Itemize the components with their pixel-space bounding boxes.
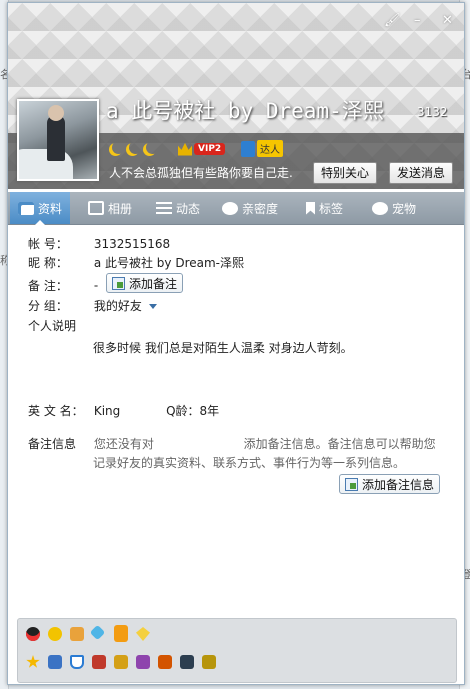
chevron-down-icon	[148, 304, 157, 309]
qq-dance-icon[interactable]	[114, 655, 128, 669]
tab-label: 标签	[319, 201, 344, 216]
nickname-row: 昵 称： a 此号被社 by Dream-泽熙	[28, 254, 244, 271]
account-row: 帐 号： 3132515168	[28, 235, 170, 252]
qage-value: 8年	[199, 404, 220, 418]
minimize-button[interactable]: –	[414, 13, 421, 28]
qq-game-icon[interactable]	[70, 627, 84, 641]
field-label: 个人说明	[28, 319, 77, 333]
remark-info-row: 备注信息 您还没有对 添加备注信息。备注信息可以帮助您	[28, 435, 436, 452]
field-label: 备 注：	[28, 278, 68, 293]
group-value: 我的好友	[93, 299, 142, 313]
vip-badge[interactable]: VIP2	[178, 141, 226, 156]
tab-label: 相册	[108, 201, 133, 216]
edit-icon	[112, 276, 125, 290]
send-message-button[interactable]: 发送消息	[389, 162, 454, 184]
add-remark-button[interactable]: 添加备注	[106, 273, 184, 293]
english-name-row: 英 文 名： King Q龄：8年	[28, 402, 219, 419]
daren-label: 达人	[257, 140, 283, 157]
signature-text: 人不会总孤独但有些路你要自己走.	[109, 166, 293, 180]
remark-info-text: 记录好友的真实资料、联系方式、事件行为等一系列信息。	[93, 456, 406, 470]
star-icon[interactable]	[26, 655, 40, 668]
tab-label: 亲密度	[242, 201, 279, 216]
edit-icon	[345, 477, 358, 491]
tab-intimacy[interactable]: 亲密度	[222, 192, 278, 224]
shield-icon[interactable]	[70, 655, 84, 669]
profile-details: 帐 号： 3132515168 昵 称： a 此号被社 by Dream-泽熙 …	[8, 225, 464, 609]
field-label: 昵 称：	[28, 256, 68, 270]
avatar[interactable]	[17, 99, 99, 181]
special-care-button[interactable]: 特别关心	[313, 162, 378, 184]
tab-pet[interactable]: 宠物	[372, 192, 416, 224]
bookmark-icon	[306, 201, 315, 215]
tab-album[interactable]: 相册	[88, 192, 132, 224]
qq-speed-icon[interactable]	[158, 655, 172, 669]
qq-pet-icon[interactable]	[92, 655, 106, 669]
add-remark-label: 添加备注	[129, 276, 178, 291]
crown-icon	[178, 142, 192, 156]
tab-label: 宠物	[392, 201, 417, 216]
qq-fight-icon[interactable]	[180, 655, 194, 669]
qq-hero-icon[interactable]	[202, 655, 216, 669]
tab-label: 动态	[176, 201, 201, 216]
profile-nickname: a 此号被社 by Dream-泽熙	[106, 99, 384, 123]
profile-qq-number: 3132	[417, 105, 448, 119]
field-label: 帐 号：	[28, 237, 68, 251]
daren-icon	[241, 140, 255, 157]
vip-label: VIP2	[194, 142, 226, 155]
profile-card-icon	[18, 201, 34, 215]
tab-label: 资料	[38, 201, 63, 216]
gem-icon[interactable]	[136, 627, 150, 641]
field-label: 分 组：	[28, 299, 68, 313]
heart-icon	[222, 201, 238, 215]
qq-penguin-icon[interactable]	[26, 627, 40, 641]
level-moon-icon[interactable]	[146, 141, 159, 154]
close-button[interactable]: ✕	[442, 13, 453, 28]
feed-icon	[156, 201, 172, 215]
remark-row: 备 注： - 添加备注	[28, 273, 184, 294]
diamond-icon[interactable]	[89, 624, 106, 641]
tab-feed[interactable]: 动态	[156, 192, 200, 224]
pet-icon	[372, 201, 388, 215]
profile-window: 🖌 – ✕ a 此号被社 by Dream-泽熙 3132 VIP2 达人 人不…	[7, 2, 465, 685]
account-value[interactable]: 3132515168	[94, 237, 170, 251]
profile-tabs: 资料 相册 动态 亲密度 标签 宠物	[8, 192, 464, 225]
qage-label: Q龄：	[166, 404, 200, 418]
tab-tags[interactable]: 标签	[306, 192, 343, 224]
qq-music-icon[interactable]	[136, 655, 150, 669]
tab-profile[interactable]: 资料	[10, 192, 71, 225]
level-moon-icon[interactable]	[129, 141, 142, 154]
group-row: 分 组： 我的好友	[28, 297, 157, 314]
skin-icon[interactable]: 🖌	[384, 13, 401, 28]
add-remark-info-button-wrap: 添加备注信息	[339, 474, 441, 494]
field-label: 备注信息	[28, 437, 77, 451]
bio-text: 很多时候 我们总是对陌生人温柔 对身边人苛刻。	[93, 341, 353, 355]
group-select[interactable]: 我的好友	[94, 299, 157, 313]
qq-show-icon[interactable]	[48, 627, 62, 641]
qq-mail-icon[interactable]	[48, 655, 62, 669]
book-icon[interactable]	[114, 625, 128, 642]
service-icons-panel	[17, 618, 457, 683]
remark-value: -	[93, 278, 99, 293]
add-remark-info-label: 添加备注信息	[362, 477, 435, 492]
nickname-value[interactable]: a 此号被社 by Dream-泽熙	[94, 256, 244, 270]
add-remark-info-button[interactable]: 添加备注信息	[339, 474, 441, 494]
field-label: 英 文 名：	[28, 404, 84, 418]
album-icon	[88, 201, 104, 215]
bio-row: 个人说明	[28, 317, 90, 334]
english-name-value: King	[93, 404, 121, 418]
daren-badge[interactable]: 达人	[241, 140, 283, 157]
remark-info-text: 您还没有对	[93, 437, 154, 451]
remark-info-text: 添加备注信息。备注信息可以帮助您	[243, 437, 436, 451]
level-moon-icon[interactable]	[112, 141, 125, 154]
